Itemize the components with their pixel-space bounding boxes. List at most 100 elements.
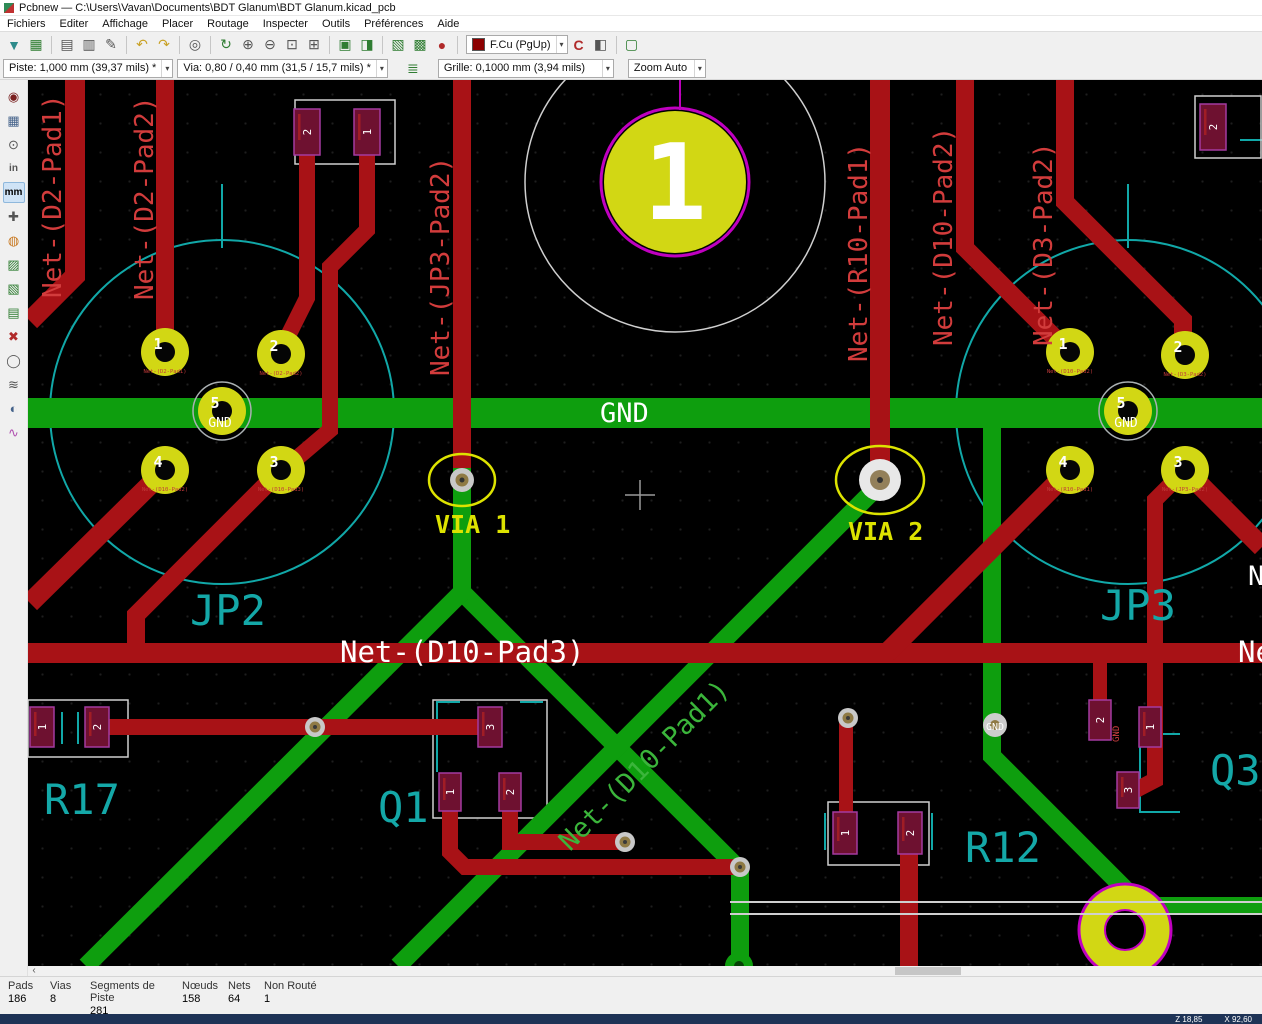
zone-filled-icon[interactable]: ▨ — [3, 254, 25, 275]
menu-aide[interactable]: Aide — [430, 18, 466, 30]
pad-number: 2 — [301, 129, 314, 136]
stat-value: 158 — [182, 993, 201, 1005]
pad-number: 3 — [484, 724, 497, 731]
menu-placer[interactable]: Placer — [155, 18, 200, 30]
cursor-shape-icon[interactable]: ✚ — [3, 206, 25, 227]
via-small — [305, 717, 325, 737]
chevron-down-icon — [555, 36, 567, 53]
stat-track-segments: Segments de Piste 281 — [90, 980, 182, 1017]
stat-label: Pads — [8, 980, 34, 992]
units-inch-icon[interactable]: in — [3, 158, 25, 179]
via1-label: VIA 1 — [435, 510, 510, 539]
gnd-plane-label: GND — [600, 398, 649, 429]
pad-number: 3 — [1173, 453, 1182, 471]
drc-toggle-icon[interactable]: ◉ — [3, 86, 25, 107]
save-icon[interactable]: ▼ — [3, 34, 25, 56]
menu-editer[interactable]: Editer — [53, 18, 96, 30]
zoom-selector[interactable]: Zoom Auto — [627, 58, 706, 78]
donut-pad[interactable] — [1077, 882, 1173, 966]
ratsnest-icon[interactable]: ◍ — [3, 230, 25, 251]
scroll-left-arrow[interactable]: ‹ — [28, 966, 40, 976]
drc-icon[interactable]: ● — [431, 34, 453, 56]
print-icon[interactable]: ▥ — [78, 34, 100, 56]
footprint-browser-icon[interactable]: ◨ — [356, 34, 378, 56]
zoom-fit-icon[interactable]: ⊡ — [281, 34, 303, 56]
chevron-down-icon — [693, 59, 705, 77]
main-toolbar: ▼ ▦ ▤ ▥ ✎ ↶ ↷ ◎ ↻ ⊕ ⊖ ⊡ ⊞ ▣ ◨ ▧ ▩ ● F.Cu… — [0, 31, 1262, 57]
layers-manager-icon[interactable]: ∿ — [3, 422, 25, 443]
horizontal-scrollbar[interactable]: ‹ — [28, 966, 1262, 976]
status-bar: Pads 186 Vias 8 Segments de Piste 281 Nœ… — [0, 976, 1262, 1017]
separator — [329, 35, 330, 54]
options-toolbar: Piste: 1,000 mm (39,37 mils) * Via: 0,80… — [0, 57, 1262, 80]
pad-net-tiny: Net-(D10-Pad2) — [1047, 369, 1093, 375]
menu-fichiers[interactable]: Fichiers — [0, 18, 53, 30]
pad-number: 2 — [504, 789, 517, 796]
pad-net-tiny: Net-(D3-Pad2) — [1163, 372, 1206, 378]
layers-toolbar-icon[interactable]: ▢ — [621, 34, 643, 56]
pcb-canvas[interactable]: Net-(D2-Pad1) Net-(D2-Pad2) Net-(JP3-Pad… — [28, 80, 1262, 966]
stat-unrouted: Non Routé 1 — [264, 980, 334, 1014]
polar-coords-icon[interactable]: ⊙ — [3, 134, 25, 155]
netlist-icon[interactable]: ▧ — [387, 34, 409, 56]
via-small — [615, 832, 635, 852]
highlight-net-icon[interactable]: C — [568, 34, 590, 56]
stat-vias: Vias 8 — [50, 980, 90, 1014]
find-icon[interactable]: ◎ — [184, 34, 206, 56]
footprint-editor-icon[interactable]: ▣ — [334, 34, 356, 56]
track-width-selector[interactable]: Piste: 1,000 mm (39,37 mils) * — [3, 58, 174, 78]
zone-outline-icon[interactable]: ▧ — [3, 278, 25, 299]
stat-value: 1 — [264, 993, 271, 1005]
zoom-in-icon[interactable]: ⊕ — [237, 34, 259, 56]
update-pcb-icon[interactable]: ▩ — [409, 34, 431, 56]
pads-sketch-icon[interactable]: ◯ — [3, 350, 25, 371]
stat-pads: Pads 186 — [8, 980, 50, 1014]
pad-number: 2 — [269, 337, 278, 355]
net-label: Ne — [1238, 635, 1262, 669]
tracks-sketch-icon[interactable]: ≋ — [3, 374, 25, 395]
redo-icon[interactable]: ↷ — [153, 34, 175, 56]
zones-off-icon[interactable]: ✖ — [3, 326, 25, 347]
board-setup-icon[interactable]: ▦ — [25, 34, 47, 56]
pad-number: 3 — [269, 453, 278, 471]
via-size-value: Via: 0,80 / 0,40 mm (31,5 / 15,7 mils) * — [183, 62, 371, 74]
ref-r17: R17 — [44, 775, 120, 824]
auto-track-width-icon[interactable]: ≣ — [402, 57, 424, 79]
chevron-down-icon — [375, 59, 387, 77]
track-width-value: Piste: 1,000 mm (39,37 mils) * — [9, 62, 157, 74]
menu-routage[interactable]: Routage — [200, 18, 256, 30]
refresh-icon[interactable]: ↻ — [215, 34, 237, 56]
units-mm-icon[interactable]: mm — [2, 182, 25, 203]
pad-net-tiny: Net-(R10-Pad1) — [1047, 487, 1093, 493]
separator — [457, 35, 458, 54]
net-label: Net-(R10-Pad1) — [844, 143, 874, 362]
ref-r12: R12 — [965, 823, 1041, 872]
pad-number: 1 — [444, 789, 457, 796]
menu-inspecter[interactable]: Inspecter — [256, 18, 315, 30]
gnd-pad-label: GND — [986, 722, 1004, 733]
undo-icon[interactable]: ↶ — [131, 34, 153, 56]
menu-outils[interactable]: Outils — [315, 18, 357, 30]
scrollbar-thumb[interactable] — [895, 967, 961, 975]
pad-number: 1 — [153, 335, 162, 353]
menu-affichage[interactable]: Affichage — [95, 18, 155, 30]
plot-icon[interactable]: ✎ — [100, 34, 122, 56]
pad-net-tiny: Net-(D2-Pad1) — [143, 369, 186, 375]
pad-number: 1 — [361, 129, 374, 136]
grid-selector[interactable]: Grille: 0,1000 mm (3,94 mils) — [437, 58, 614, 78]
grid-toggle-icon[interactable]: ▦ — [3, 110, 25, 131]
layer-pair-icon[interactable]: ◧ — [590, 34, 612, 56]
page-settings-icon[interactable]: ▤ — [56, 34, 78, 56]
ref-jp3: JP3 — [1100, 581, 1176, 630]
menu-preferences[interactable]: Préférences — [357, 18, 430, 30]
pad-number: 1 — [1058, 335, 1067, 353]
separator — [382, 35, 383, 54]
zoom-selection-icon[interactable]: ⊞ — [303, 34, 325, 56]
via-size-selector[interactable]: Via: 0,80 / 0,40 mm (31,5 / 15,7 mils) * — [177, 58, 388, 78]
zoom-value: Zoom Auto — [633, 62, 688, 74]
grid-value: Grille: 0,1000 mm (3,94 mils) — [443, 62, 586, 74]
zoom-out-icon[interactable]: ⊖ — [259, 34, 281, 56]
contrast-mode-icon[interactable]: ◐ — [3, 398, 25, 419]
layer-selector[interactable]: F.Cu (PgUp) — [466, 35, 568, 54]
zone-hidden-icon[interactable]: ▤ — [3, 302, 25, 323]
